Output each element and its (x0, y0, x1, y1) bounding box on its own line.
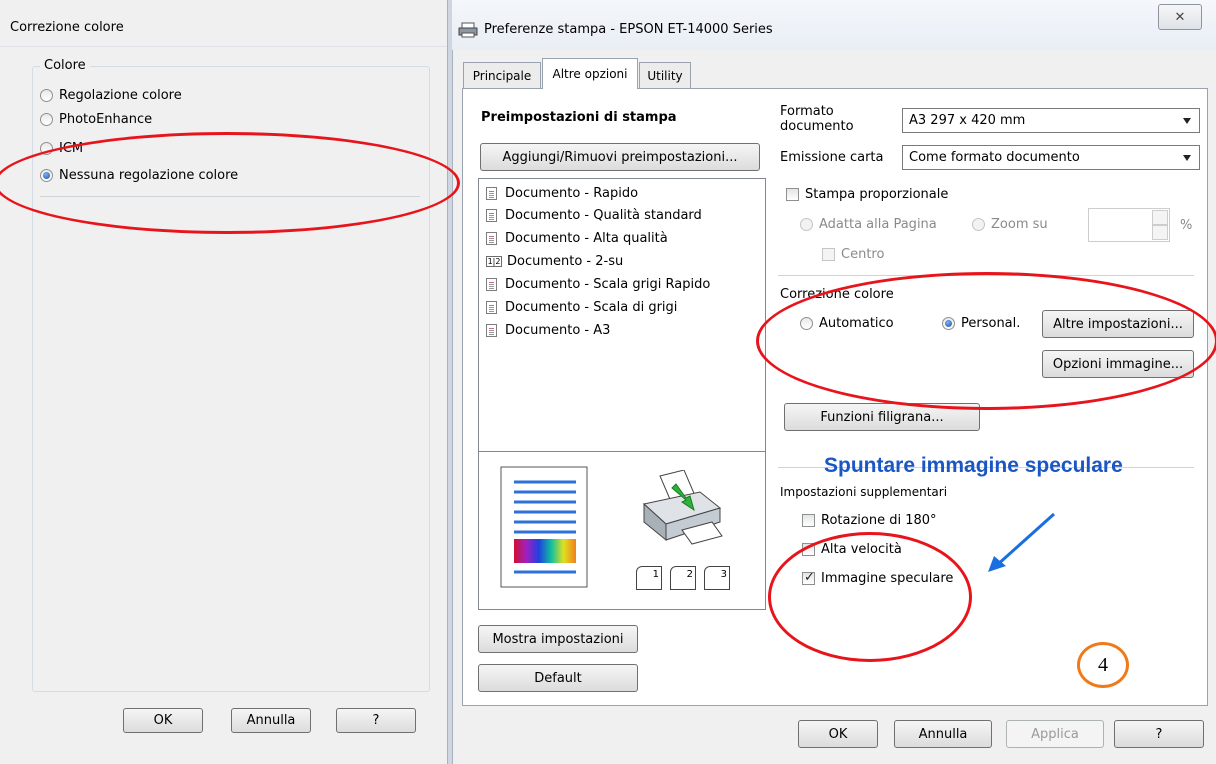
radio-zoom[interactable]: Zoom su (972, 217, 1048, 232)
default-button[interactable]: Default (478, 664, 638, 692)
title-divider (0, 46, 447, 47)
checkbox-icon (802, 514, 815, 527)
paper-output-select[interactable]: Come formato documento (902, 145, 1200, 170)
chevron-down-icon (1183, 155, 1191, 161)
option-label: Zoom su (991, 217, 1048, 232)
document-icon (486, 232, 497, 245)
paper-format-select[interactable]: A3 297 x 420 mm (902, 108, 1200, 133)
radio-icon (40, 89, 53, 102)
option-label: Adatta alla Pagina (819, 217, 937, 232)
document-icon (486, 209, 497, 222)
list-item[interactable]: Documento - Qualità standard (486, 208, 702, 223)
list-item-label: Documento - Alta qualità (505, 231, 668, 246)
help-button[interactable]: ? (336, 708, 416, 733)
annotation-ellipse (756, 272, 1216, 410)
document-icon (486, 324, 497, 337)
window-title: Preferenze stampa - EPSON ET-14000 Serie… (484, 22, 773, 37)
radio-fit-page[interactable]: Adatta alla Pagina (800, 217, 937, 232)
cancel-button[interactable]: Annulla (231, 708, 311, 733)
tab-principale[interactable]: Principale (463, 62, 541, 88)
collate-page-icon: 1 (636, 566, 662, 590)
close-button[interactable]: ✕ (1158, 4, 1202, 30)
list-item[interactable]: Documento - Scala grigi Rapido (486, 277, 710, 292)
list-item-label: Documento - 2-su (507, 254, 624, 269)
collate-page-icon: 2 (670, 566, 696, 590)
spin-down-icon[interactable] (1152, 225, 1168, 240)
annotation-ellipse (0, 132, 460, 234)
format-label: Formato documento (780, 104, 854, 134)
checkbox-label: Stampa proporzionale (805, 187, 949, 202)
list-item[interactable]: Documento - Rapido (486, 186, 638, 201)
radio-regolazione-colore[interactable]: Regolazione colore (40, 88, 182, 103)
chevron-down-icon (1183, 118, 1191, 124)
manage-presets-button[interactable]: Aggiungi/Rimuovi preimpostazioni... (480, 143, 760, 171)
collate-page-icon: 3 (704, 566, 730, 590)
list-item[interactable]: Documento - A3 (486, 323, 610, 338)
presets-heading: Preimpostazioni di stampa (481, 110, 677, 125)
checkbox-label: Centro (841, 247, 885, 262)
tab-altre-opzioni[interactable]: Altre opzioni (542, 58, 638, 89)
checkbox-icon (822, 248, 835, 261)
radio-icon (40, 113, 53, 126)
ok-button[interactable]: OK (798, 720, 878, 748)
page-preview-icon (500, 466, 588, 588)
annotation-note: Spuntare immagine speculare (824, 454, 1123, 477)
list-item-label: Documento - Qualità standard (505, 208, 702, 223)
option-label: Regolazione colore (59, 88, 182, 103)
close-icon: ✕ (1174, 9, 1186, 25)
printer-preview-icon (642, 470, 723, 545)
show-settings-button[interactable]: Mostra impostazioni (478, 625, 638, 653)
list-item[interactable]: Documento - Alta qualità (486, 231, 668, 246)
radio-icon (800, 218, 813, 231)
spin-up-icon[interactable] (1152, 210, 1168, 225)
dialog-title: Correzione colore (10, 20, 124, 35)
color-group-label: Colore (40, 58, 90, 73)
output-label: Emissione carta (780, 150, 884, 165)
list-item[interactable]: Documento - Scala di grigi (486, 300, 677, 315)
document-icon (486, 278, 497, 291)
checkbox-label: Rotazione di 180° (821, 513, 937, 528)
tab-utility[interactable]: Utility (639, 62, 691, 88)
option-label: PhotoEnhance (59, 112, 153, 127)
document-icon (486, 187, 497, 200)
center-checkbox[interactable]: Centro (822, 247, 884, 262)
annotation-arrow-icon (988, 512, 1056, 572)
list-item-label: Documento - A3 (505, 323, 611, 338)
list-item-label: Documento - Scala grigi Rapido (505, 277, 711, 292)
step-number-badge: 4 (1077, 642, 1129, 688)
cancel-button[interactable]: Annulla (894, 720, 992, 748)
extra-settings-label: Impostazioni supplementari (780, 485, 948, 499)
checkbox-icon (786, 188, 799, 201)
collate-label: 2 (686, 569, 693, 580)
list-item[interactable]: 1|2 Documento - 2-su (486, 254, 623, 269)
rotate-checkbox[interactable]: Rotazione di 180° (802, 513, 937, 528)
select-value: Come formato documento (909, 150, 1080, 165)
help-button[interactable]: ? (1114, 720, 1204, 748)
document-icon (486, 301, 497, 314)
preview-divider (479, 451, 765, 452)
two-up-icon: 1|2 (486, 256, 502, 267)
radio-photoenhance[interactable]: PhotoEnhance (40, 112, 152, 127)
annotation-ellipse (768, 532, 972, 662)
radio-icon (972, 218, 985, 231)
ok-button[interactable]: OK (123, 708, 203, 733)
apply-button[interactable]: Applica (1006, 720, 1104, 748)
percent-label: % (1180, 218, 1193, 233)
collate-label: 1 (652, 569, 659, 580)
select-value: A3 297 x 420 mm (909, 113, 1026, 128)
list-item-label: Documento - Rapido (505, 186, 639, 201)
proportional-checkbox[interactable]: Stampa proporzionale (786, 187, 948, 202)
list-item-label: Documento - Scala di grigi (505, 300, 678, 315)
collate-label: 3 (720, 569, 727, 580)
collate-icons: 1 2 3 (636, 566, 730, 590)
printer-icon (458, 22, 478, 38)
